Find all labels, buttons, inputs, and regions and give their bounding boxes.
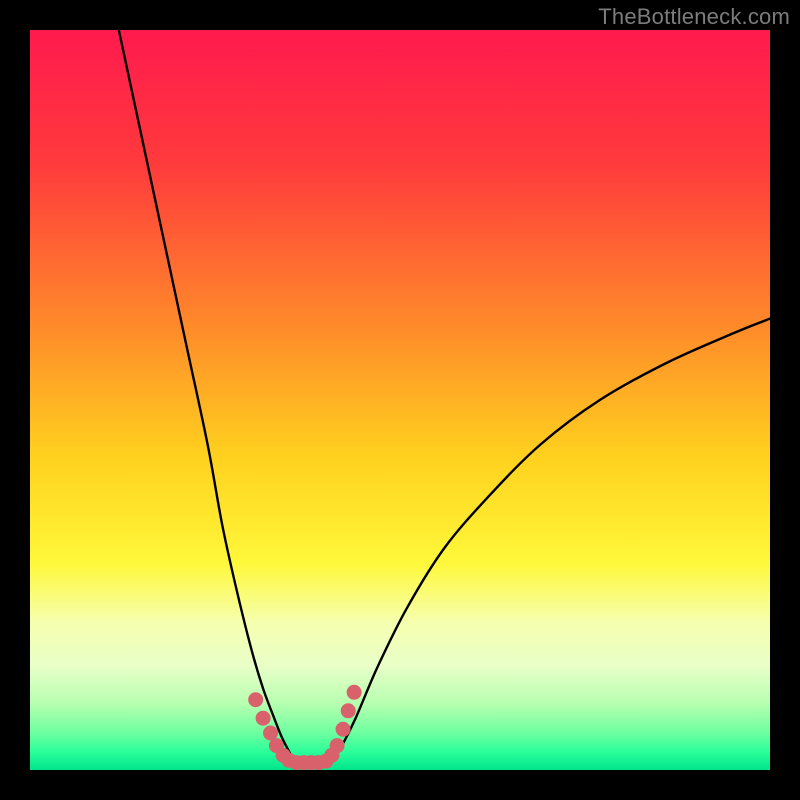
valley-dot — [248, 692, 263, 707]
plot-area — [30, 30, 770, 770]
curve-left-branch — [119, 30, 293, 759]
valley-dot — [341, 703, 356, 718]
curve-right-branch — [333, 319, 770, 759]
valley-dot — [347, 685, 362, 700]
watermark-text: TheBottleneck.com — [598, 4, 790, 30]
outer-frame: TheBottleneck.com — [0, 0, 800, 800]
curve-layer — [30, 30, 770, 770]
valley-dot — [330, 738, 345, 753]
valley-dot — [336, 722, 351, 737]
valley-dot — [256, 711, 271, 726]
